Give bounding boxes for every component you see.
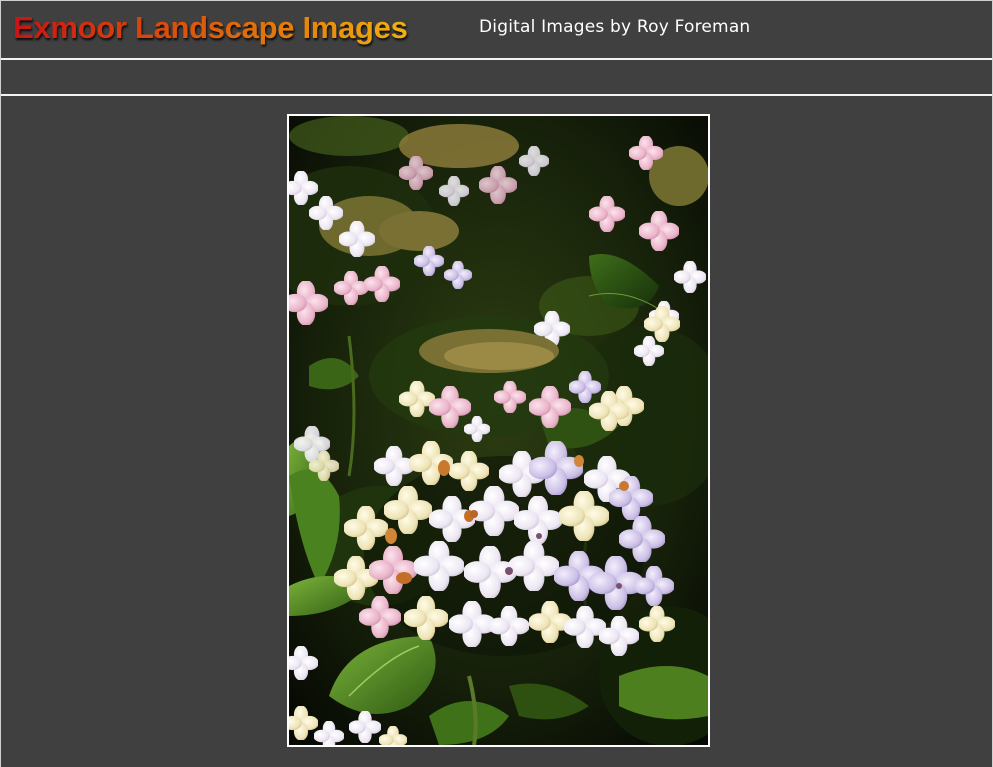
- hydrangea-photo[interactable]: [289, 116, 708, 745]
- photo-frame: [287, 114, 710, 747]
- site-title[interactable]: Exmoor Landscape Images: [13, 9, 408, 47]
- site-header: Exmoor Landscape Images Digital Images b…: [1, 0, 992, 58]
- nav-divider: [1, 94, 992, 96]
- navigation-bar: [1, 60, 992, 94]
- page: Exmoor Landscape Images Digital Images b…: [0, 0, 993, 767]
- site-subtitle: Digital Images by Roy Foreman: [479, 17, 751, 37]
